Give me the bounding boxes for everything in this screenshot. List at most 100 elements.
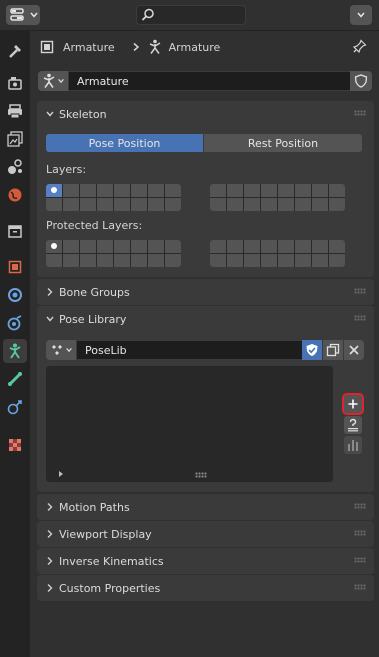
layer-cell[interactable] xyxy=(114,184,130,197)
layer-cell[interactable] xyxy=(261,198,277,211)
layer-cell[interactable] xyxy=(80,184,96,197)
drag-grip-icon[interactable] xyxy=(354,557,366,563)
protected-layer-cell[interactable] xyxy=(329,254,345,267)
breadcrumb-object-name[interactable]: Armature xyxy=(63,41,115,54)
layer-cell[interactable] xyxy=(210,198,226,211)
pose-list[interactable] xyxy=(46,366,333,482)
pose-graph-button[interactable] xyxy=(344,436,362,454)
editor-type-button[interactable] xyxy=(6,5,40,25)
protected-layer-cell[interactable] xyxy=(80,254,96,267)
protected-layer-cell[interactable] xyxy=(114,240,130,253)
pose-library-name-field[interactable]: PoseLib xyxy=(76,340,310,360)
tab-texture[interactable] xyxy=(3,433,27,457)
layer-cell[interactable] xyxy=(114,198,130,211)
layer-cell[interactable] xyxy=(244,198,260,211)
tab-armature-data[interactable] xyxy=(3,339,27,363)
protected-layer-cell[interactable] xyxy=(244,254,260,267)
custom-properties-panel-header[interactable]: Custom Properties xyxy=(37,575,374,601)
protected-layer-cell[interactable] xyxy=(46,254,62,267)
tab-tool[interactable] xyxy=(3,39,27,63)
protected-layer-cell[interactable] xyxy=(312,254,328,267)
bone-groups-panel-header[interactable]: Bone Groups xyxy=(37,279,374,305)
drag-grip-icon[interactable] xyxy=(354,530,366,536)
skeleton-panel-header[interactable]: Skeleton xyxy=(37,101,374,127)
layer-cell[interactable] xyxy=(131,198,147,211)
datablock-name-field[interactable]: Armature xyxy=(68,71,358,91)
tab-collection[interactable] xyxy=(3,219,27,243)
protected-layer-cell[interactable] xyxy=(295,254,311,267)
sanitize-button[interactable] xyxy=(344,416,362,434)
protected-layer-cell[interactable] xyxy=(244,240,260,253)
viewport-display-panel-header[interactable]: Viewport Display xyxy=(37,521,374,547)
layer-cell[interactable] xyxy=(46,184,62,197)
breadcrumb-data-name[interactable]: Armature xyxy=(169,41,221,54)
action-browse-button[interactable] xyxy=(46,340,76,360)
layer-cell[interactable] xyxy=(63,198,79,211)
layer-cell[interactable] xyxy=(131,184,147,197)
layer-cell[interactable] xyxy=(244,184,260,197)
protected-layer-cell[interactable] xyxy=(295,240,311,253)
options-dropdown-button[interactable] xyxy=(350,5,372,25)
layer-cell[interactable] xyxy=(261,184,277,197)
drag-grip-icon[interactable] xyxy=(354,584,366,590)
protected-layer-cell[interactable] xyxy=(131,254,147,267)
protected-layer-cell[interactable] xyxy=(278,254,294,267)
protected-layer-cell[interactable] xyxy=(227,254,243,267)
tab-physics[interactable] xyxy=(3,311,27,335)
layer-cell[interactable] xyxy=(312,198,328,211)
datablock-browse-button[interactable] xyxy=(38,71,68,91)
tab-output[interactable] xyxy=(3,99,27,123)
tab-render[interactable] xyxy=(3,71,27,95)
layer-cell[interactable] xyxy=(278,198,294,211)
tab-scene[interactable] xyxy=(3,155,27,179)
drag-grip-icon[interactable] xyxy=(354,315,366,321)
layer-cell[interactable] xyxy=(295,184,311,197)
drag-grip-icon[interactable] xyxy=(354,110,366,116)
add-pose-button[interactable] xyxy=(342,393,364,415)
rest-position-button[interactable]: Rest Position xyxy=(204,134,362,152)
inverse-kinematics-panel-header[interactable]: Inverse Kinematics xyxy=(37,548,374,574)
protected-layer-cell[interactable] xyxy=(97,254,113,267)
layer-cell[interactable] xyxy=(329,198,345,211)
protected-layer-cell[interactable] xyxy=(148,240,164,253)
layer-cell[interactable] xyxy=(63,184,79,197)
layers-grid-left[interactable] xyxy=(46,184,181,211)
drag-grip-icon[interactable] xyxy=(354,503,366,509)
fake-user-button[interactable] xyxy=(350,71,372,91)
layer-cell[interactable] xyxy=(329,184,345,197)
protected-layer-cell[interactable] xyxy=(278,240,294,253)
tab-bone-constraints[interactable] xyxy=(3,395,27,419)
layer-cell[interactable] xyxy=(148,184,164,197)
protected-layer-cell[interactable] xyxy=(148,254,164,267)
unlink-button[interactable] xyxy=(344,340,364,360)
layer-cell[interactable] xyxy=(165,198,181,211)
protected-layer-cell[interactable] xyxy=(312,240,328,253)
protected-layer-cell[interactable] xyxy=(210,254,226,267)
fake-user-toggle[interactable] xyxy=(302,340,322,360)
search-input[interactable] xyxy=(136,5,246,25)
layer-cell[interactable] xyxy=(210,184,226,197)
protected-layer-cell[interactable] xyxy=(227,240,243,253)
protected-layer-cell[interactable] xyxy=(261,240,277,253)
protected-layer-cell[interactable] xyxy=(210,240,226,253)
expand-triangle-icon[interactable] xyxy=(56,469,66,479)
motion-paths-panel-header[interactable]: Motion Paths xyxy=(37,494,374,520)
layers-grid-right[interactable] xyxy=(210,184,345,211)
layer-cell[interactable] xyxy=(97,184,113,197)
layer-cell[interactable] xyxy=(80,198,96,211)
tab-bone[interactable] xyxy=(3,367,27,391)
layer-cell[interactable] xyxy=(46,198,62,211)
protected-layers-grid-left[interactable] xyxy=(46,240,181,267)
pin-button[interactable] xyxy=(352,38,368,54)
protected-layer-cell[interactable] xyxy=(46,240,62,253)
layer-cell[interactable] xyxy=(227,198,243,211)
tab-object[interactable] xyxy=(3,255,27,279)
protected-layer-cell[interactable] xyxy=(114,254,130,267)
tab-modifiers[interactable] xyxy=(3,283,27,307)
pose-library-panel-header[interactable]: Pose Library xyxy=(37,306,374,332)
list-resize-grip-icon[interactable] xyxy=(195,472,207,478)
protected-layer-cell[interactable] xyxy=(97,240,113,253)
protected-layer-cell[interactable] xyxy=(131,240,147,253)
drag-grip-icon[interactable] xyxy=(354,288,366,294)
pose-position-button[interactable]: Pose Position xyxy=(46,134,203,152)
